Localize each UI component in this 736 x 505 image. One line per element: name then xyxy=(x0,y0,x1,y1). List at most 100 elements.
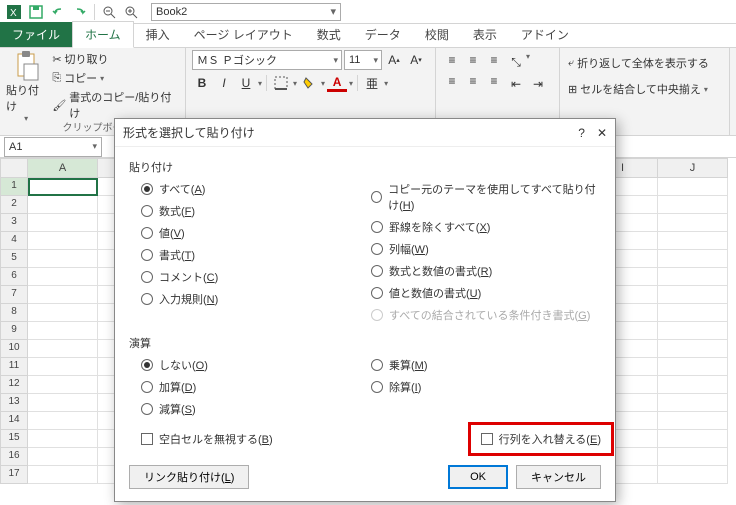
radio-u[interactable]: 値と数値の書式(U) xyxy=(371,285,601,301)
cell[interactable] xyxy=(28,268,98,286)
radio-v[interactable]: 値(V) xyxy=(141,225,371,241)
transpose-checkbox[interactable]: 行列を入れ替える(E) xyxy=(481,431,601,447)
cell[interactable] xyxy=(28,178,98,196)
cell[interactable] xyxy=(658,232,728,250)
radio-w[interactable]: 列幅(W) xyxy=(371,241,601,257)
name-box[interactable]: A1▾ xyxy=(4,137,102,157)
align-left-icon[interactable]: ≡ xyxy=(442,71,462,91)
cell[interactable] xyxy=(658,178,728,196)
align-center-icon[interactable]: ≡ xyxy=(463,71,483,91)
zoom-in-icon[interactable] xyxy=(121,2,141,22)
cell[interactable] xyxy=(28,466,98,484)
align-top-icon[interactable]: ≡ xyxy=(442,50,462,70)
cell[interactable] xyxy=(658,304,728,322)
row-header[interactable]: 15 xyxy=(0,430,28,448)
cell[interactable] xyxy=(658,250,728,268)
tab-page-layout[interactable]: ページ レイアウト xyxy=(182,22,305,47)
cell[interactable] xyxy=(658,412,728,430)
format-painter-button[interactable]: 🖌書式のコピー/貼り付け xyxy=(50,88,179,122)
cell[interactable] xyxy=(658,286,728,304)
italic-button[interactable]: I xyxy=(214,73,234,93)
radio-t[interactable]: 書式(T) xyxy=(141,247,371,263)
tab-review[interactable]: 校閲 xyxy=(413,22,461,47)
align-bottom-icon[interactable]: ≡ xyxy=(484,50,504,70)
row-header[interactable]: 14 xyxy=(0,412,28,430)
tab-insert[interactable]: 挿入 xyxy=(134,22,182,47)
merge-center-button[interactable]: ⊞セルを結合して中央揃え▾ xyxy=(566,80,723,98)
document-name-box[interactable]: Book2 xyxy=(151,3,341,21)
ok-button[interactable]: OK xyxy=(448,465,508,489)
row-header[interactable]: 5 xyxy=(0,250,28,268)
border-button[interactable] xyxy=(271,73,291,93)
radio-m[interactable]: 乗算(M) xyxy=(371,357,601,373)
undo-icon[interactable] xyxy=(48,2,68,22)
cell[interactable] xyxy=(28,448,98,466)
col-header[interactable]: A xyxy=(28,158,98,178)
tab-formula[interactable]: 数式 xyxy=(305,22,353,47)
decrease-indent-icon[interactable]: ⇤ xyxy=(506,74,526,94)
radio-n[interactable]: 入力規則(N) xyxy=(141,291,371,307)
row-header[interactable]: 12 xyxy=(0,376,28,394)
cell[interactable] xyxy=(28,412,98,430)
cell[interactable] xyxy=(658,214,728,232)
row-header[interactable]: 16 xyxy=(0,448,28,466)
cell[interactable] xyxy=(28,358,98,376)
cell[interactable] xyxy=(658,376,728,394)
fill-color-button[interactable] xyxy=(299,73,319,93)
align-middle-icon[interactable]: ≡ xyxy=(463,50,483,70)
cell[interactable] xyxy=(658,430,728,448)
row-header[interactable]: 6 xyxy=(0,268,28,286)
excel-icon[interactable]: X xyxy=(4,2,24,22)
row-header[interactable]: 7 xyxy=(0,286,28,304)
radio-c[interactable]: コメント(C) xyxy=(141,269,371,285)
tab-data[interactable]: データ xyxy=(353,22,413,47)
col-header[interactable]: J xyxy=(658,158,728,178)
cell[interactable] xyxy=(28,394,98,412)
paste-link-button[interactable]: リンク貼り付け(L) xyxy=(129,465,249,489)
cell[interactable] xyxy=(28,286,98,304)
radio-f[interactable]: 数式(F) xyxy=(141,203,371,219)
cancel-button[interactable]: キャンセル xyxy=(516,465,601,489)
bold-button[interactable]: B xyxy=(192,73,212,93)
cell[interactable] xyxy=(658,322,728,340)
close-button[interactable]: ✕ xyxy=(597,126,607,140)
copy-button[interactable]: ⎘コピー▾ xyxy=(50,69,179,87)
tab-file[interactable]: ファイル xyxy=(0,22,72,47)
radio-s[interactable]: 減算(S) xyxy=(141,401,371,417)
increase-font-icon[interactable]: A▴ xyxy=(384,50,404,70)
radio-d[interactable]: 加算(D) xyxy=(141,379,371,395)
cell[interactable] xyxy=(658,358,728,376)
cell[interactable] xyxy=(658,394,728,412)
help-button[interactable]: ? xyxy=(578,126,585,140)
tab-home[interactable]: ホーム xyxy=(72,21,134,48)
cell[interactable] xyxy=(658,340,728,358)
skip-blanks-checkbox[interactable]: 空白セルを無視する(B) xyxy=(129,431,468,447)
cell[interactable] xyxy=(28,232,98,250)
row-header[interactable]: 4 xyxy=(0,232,28,250)
row-header[interactable]: 17 xyxy=(0,466,28,484)
orientation-icon[interactable]: ⤡ xyxy=(506,52,526,72)
cell[interactable] xyxy=(28,250,98,268)
paste-button[interactable]: 貼り付け ▾ xyxy=(6,50,46,123)
cell[interactable] xyxy=(658,268,728,286)
increase-indent-icon[interactable]: ⇥ xyxy=(528,74,548,94)
select-all-corner[interactable] xyxy=(0,158,28,178)
cut-button[interactable]: ✂切り取り xyxy=(50,50,179,68)
phonetic-button[interactable]: 亜 xyxy=(362,73,382,93)
wrap-text-button[interactable]: ⤶折り返して全体を表示する xyxy=(566,54,723,72)
cell[interactable] xyxy=(658,448,728,466)
cell[interactable] xyxy=(28,430,98,448)
radio-a[interactable]: すべて(A) xyxy=(141,181,371,197)
radio-x[interactable]: 罫線を除くすべて(X) xyxy=(371,219,601,235)
row-header[interactable]: 8 xyxy=(0,304,28,322)
cell[interactable] xyxy=(28,376,98,394)
cell[interactable] xyxy=(28,214,98,232)
zoom-out-icon[interactable] xyxy=(99,2,119,22)
radio-r[interactable]: 数式と数値の書式(R) xyxy=(371,263,601,279)
tab-addin[interactable]: アドイン xyxy=(509,22,581,47)
row-header[interactable]: 10 xyxy=(0,340,28,358)
row-header[interactable]: 2 xyxy=(0,196,28,214)
radio-h[interactable]: コピー元のテーマを使用してすべて貼り付け(H) xyxy=(371,181,601,213)
font-color-button[interactable]: A xyxy=(327,75,347,92)
cell[interactable] xyxy=(658,466,728,484)
